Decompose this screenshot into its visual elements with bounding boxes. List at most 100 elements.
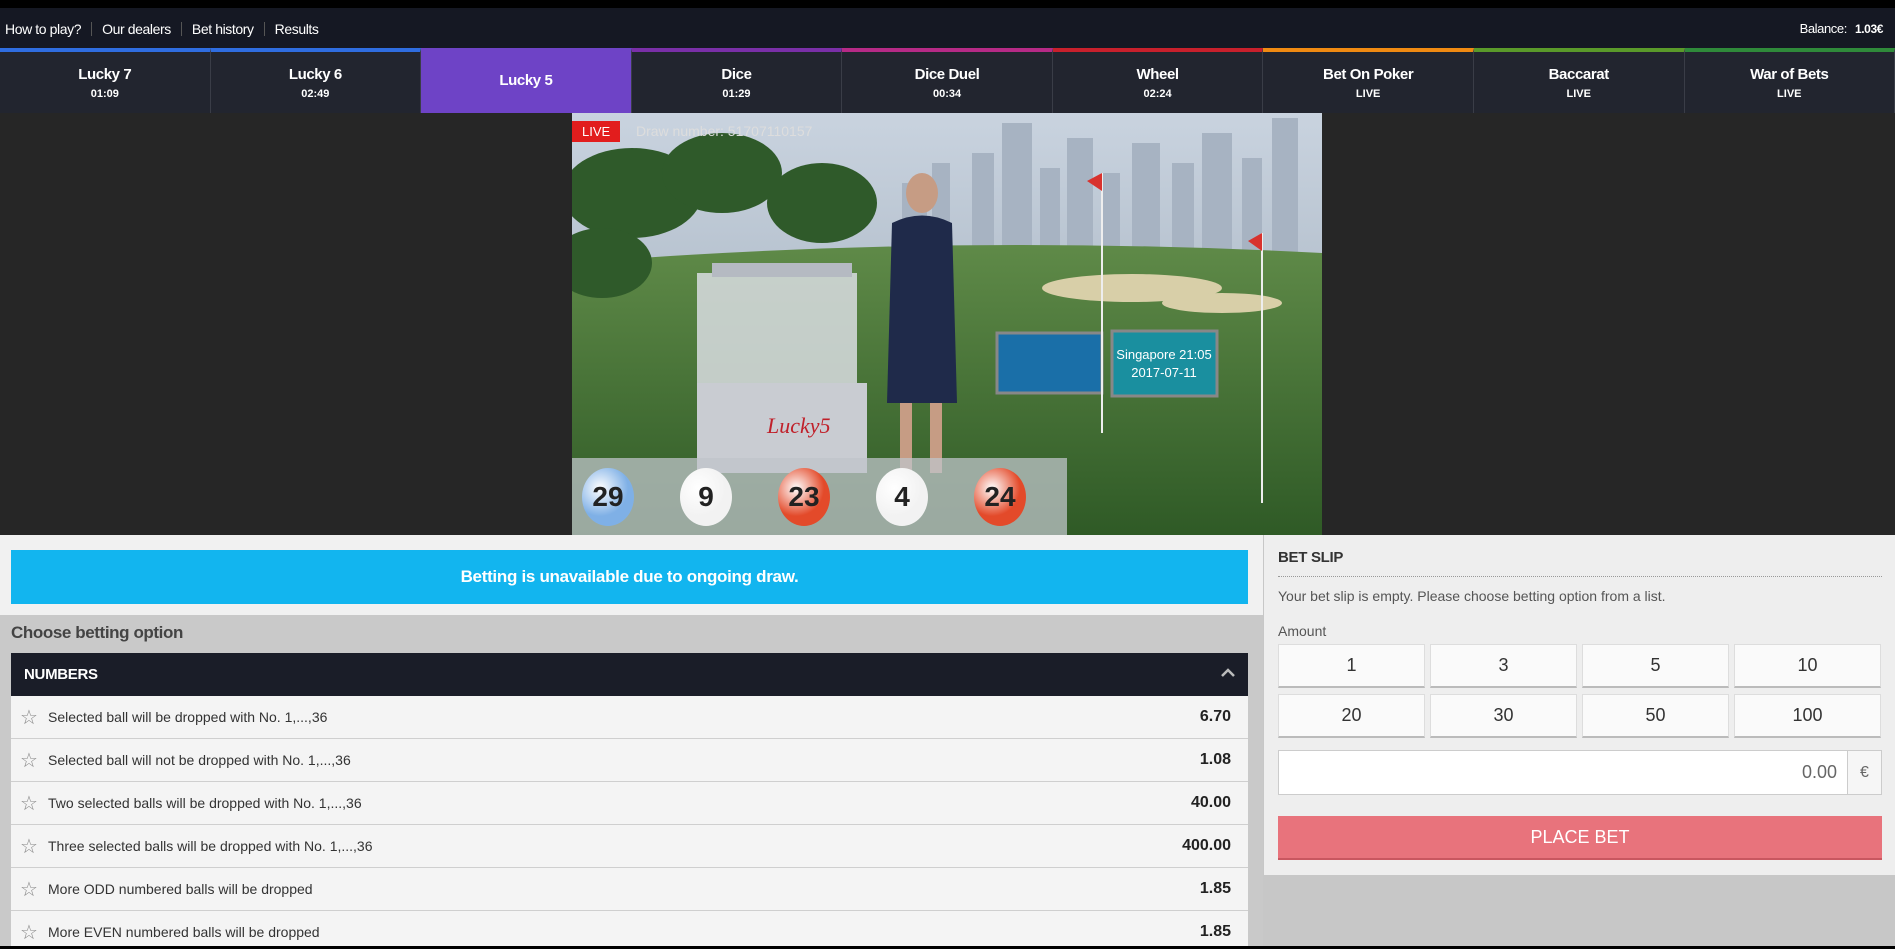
place-bet-button[interactable]: PLACE BET [1278, 816, 1882, 860]
tab-name: War of Bets [1750, 65, 1829, 83]
amount-value[interactable]: 0.00 [1279, 762, 1847, 783]
bet-slip: BET SLIP Your bet slip is empty. Please … [1264, 535, 1895, 875]
amount-label: Amount [1278, 623, 1327, 639]
top-links: How to play? Our dealers Bet history Res… [0, 21, 329, 36]
ball-number: 29 [592, 481, 624, 512]
tab-name: Lucky 5 [499, 71, 553, 89]
tab-war-of-bets[interactable]: War of Bets LIVE [1684, 48, 1895, 113]
amount-chip-button[interactable]: 5 [1582, 644, 1729, 688]
results-link[interactable]: Results [263, 21, 329, 36]
drawn-ball: 23 [778, 468, 830, 526]
amount-chip-button[interactable]: 30 [1430, 694, 1577, 738]
tab-dice[interactable]: Dice 01:29 [631, 48, 843, 113]
amount-chip-button[interactable]: 10 [1734, 644, 1881, 688]
amount-chips: 1 3 5 10 20 30 50 100 [1278, 644, 1882, 738]
star-icon[interactable]: ☆ [20, 705, 42, 730]
tab-bet-on-poker[interactable]: Bet On Poker LIVE [1263, 48, 1474, 113]
tab-lucky-6[interactable]: Lucky 6 02:49 [210, 48, 422, 113]
bet-option-odd: 6.70 [1199, 708, 1231, 725]
bet-option-label: More EVEN numbered balls will be dropped [48, 924, 320, 940]
video-scene: Lucky5 Singapore 21:05 2017-07-11 [572, 113, 1322, 535]
bet-option-label: Selected ball will be dropped with No. 1… [48, 709, 328, 725]
notice-wrapper: Betting is unavailable due to ongoing dr… [0, 535, 1263, 615]
our-dealers-link[interactable]: Our dealers [91, 21, 181, 36]
amount-chip-button[interactable]: 3 [1430, 644, 1577, 688]
live-video-stream[interactable]: Lucky5 Singapore 21:05 2017-07-11 LIVE D… [572, 113, 1322, 535]
bet-option-label: More ODD numbered balls will be dropped [48, 881, 313, 897]
bet-option-label: Two selected balls will be dropped with … [48, 795, 362, 811]
ball-number: 23 [788, 481, 820, 512]
drawn-ball: 4 [876, 468, 928, 526]
screen-date-text: 2017-07-11 [1131, 365, 1197, 380]
choose-betting-option-heading: Choose betting option [11, 623, 183, 642]
tab-name: Wheel [1136, 65, 1180, 83]
numbers-bet-list: ☆ Selected ball will be dropped with No. … [11, 696, 1248, 949]
tab-timer: 02:49 [301, 87, 330, 100]
tab-timer: 01:29 [722, 87, 751, 100]
amount-chip-button[interactable]: 20 [1278, 694, 1425, 738]
tab-name: Lucky 6 [288, 65, 342, 83]
bet-option-row[interactable]: ☆ More EVEN numbered balls will be droppe… [11, 911, 1248, 949]
divider [1278, 576, 1882, 577]
bet-option-odd: 1.85 [1199, 923, 1231, 940]
ball-number: 24 [984, 481, 1016, 512]
tab-timer: LIVE [1566, 87, 1591, 100]
amount-chip-button[interactable]: 50 [1582, 694, 1729, 738]
drawn-ball: 9 [680, 468, 732, 526]
draw-number: Draw number: 51707110157 [636, 123, 813, 139]
bet-option-odd: 1.08 [1199, 751, 1231, 768]
tab-dice-duel[interactable]: Dice Duel 00:34 [842, 48, 1053, 113]
bet-option-row[interactable]: ☆ Selected ball will not be dropped with … [11, 739, 1248, 782]
numbers-section-header[interactable]: NUMBERS [11, 653, 1248, 696]
game-tabs: Lucky 7 01:09 Lucky 6 02:49 Lucky 5 Dice 01… [0, 48, 1895, 113]
star-icon[interactable]: ☆ [20, 920, 42, 945]
balance: Balance: 1.03€ [1800, 21, 1895, 36]
ball-number: 9 [698, 481, 714, 512]
star-icon[interactable]: ☆ [20, 877, 42, 902]
amount-chip-button[interactable]: 100 [1734, 694, 1881, 738]
bet-option-label: Three selected balls will be dropped wit… [48, 838, 373, 854]
tab-name: Dice [721, 65, 752, 83]
star-icon[interactable]: ☆ [20, 834, 42, 859]
tab-name: Dice Duel [914, 65, 980, 83]
betting-unavailable-notice: Betting is unavailable due to ongoing dr… [11, 550, 1248, 604]
bet-history-link[interactable]: Bet history [180, 21, 264, 36]
balance-value: 1.03€ [1854, 22, 1883, 36]
bet-option-row[interactable]: ☆ Two selected balls will be dropped with… [11, 782, 1248, 825]
tab-timer: 02:24 [1143, 87, 1172, 100]
bet-option-odd: 400.00 [1182, 837, 1231, 854]
tab-timer: 01:09 [90, 87, 119, 100]
tab-lucky-7[interactable]: Lucky 7 01:09 [0, 48, 211, 113]
currency-symbol: € [1847, 751, 1881, 794]
bet-slip-title: BET SLIP [1278, 549, 1344, 566]
ball-number: 4 [894, 481, 910, 512]
amount-chip-button[interactable]: 1 [1278, 644, 1425, 688]
bet-option-row[interactable]: ☆ Three selected balls will be dropped wi… [11, 825, 1248, 868]
bet-option-odd: 40.00 [1190, 794, 1231, 811]
top-nav-bar: How to play? Our dealers Bet history Res… [0, 8, 1895, 49]
tab-lucky-5[interactable]: Lucky 5 [421, 48, 632, 113]
tab-timer: LIVE [1777, 87, 1802, 100]
lucky5-brand: Lucky5 [766, 413, 831, 438]
bet-option-row[interactable]: ☆ Selected ball will be dropped with No. … [11, 696, 1248, 739]
bet-slip-empty-message: Your bet slip is empty. Please choose be… [1278, 588, 1666, 604]
how-to-play-link[interactable]: How to play? [5, 22, 91, 36]
amount-field[interactable]: 0.00 € [1278, 750, 1882, 795]
bet-option-row[interactable]: ☆ More ODD numbered balls will be dropped… [11, 868, 1248, 911]
tab-wheel[interactable]: Wheel 02:24 [1052, 48, 1264, 113]
star-icon[interactable]: ☆ [20, 748, 42, 773]
page: How to play? Our dealers Bet history Res… [0, 0, 1895, 949]
bet-option-odd: 1.85 [1199, 880, 1231, 897]
screen-location-text: Singapore 21:05 [1116, 347, 1211, 362]
tab-baccarat[interactable]: Baccarat LIVE [1473, 48, 1685, 113]
tab-timer: 00:34 [932, 87, 962, 100]
drawn-ball: 24 [974, 468, 1026, 526]
betting-options-pane: Betting is unavailable due to ongoing dr… [0, 535, 1263, 949]
chevron-up-icon[interactable] [1220, 665, 1236, 681]
drawn-ball: 29 [582, 468, 634, 526]
tab-name: Bet On Poker [1323, 65, 1414, 83]
tab-name: Lucky 7 [78, 65, 132, 83]
star-icon[interactable]: ☆ [20, 791, 42, 816]
numbers-section-title: NUMBERS [24, 666, 98, 683]
betting-area: Betting is unavailable due to ongoing dr… [0, 535, 1895, 949]
